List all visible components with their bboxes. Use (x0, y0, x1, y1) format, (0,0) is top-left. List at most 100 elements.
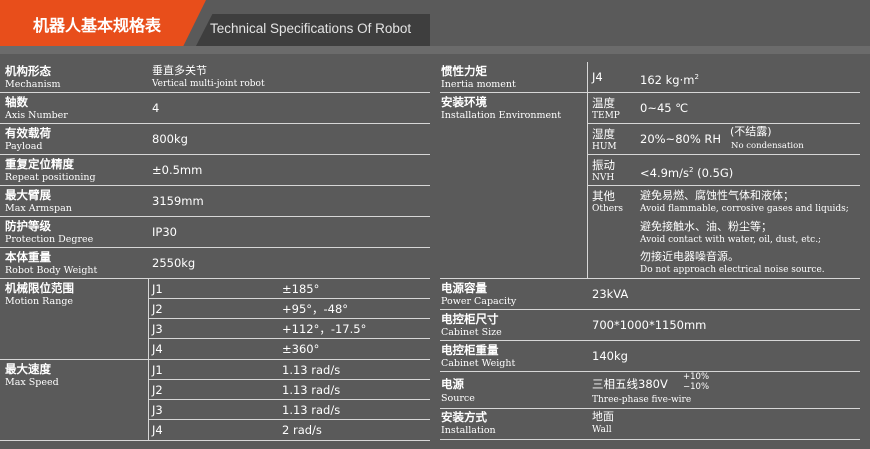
value: 700*1000*1150mm (592, 318, 707, 332)
joint-label: J4 (592, 70, 603, 84)
value: 4 (152, 101, 160, 115)
value: 23kVA (592, 287, 629, 301)
label-cn: 本体重量 (5, 250, 51, 264)
label-en: Robot Body Weight (5, 265, 98, 276)
label-en: Cabinet Size (441, 327, 502, 338)
other-label-cn: 其他 (592, 189, 615, 203)
label-en: Installation (441, 425, 496, 436)
joint-row: J2 1.13 rad/s (148, 380, 430, 400)
value-cn: 地面 (592, 410, 614, 423)
joint-label: J3 (152, 322, 163, 336)
temp-label-en: TEMP (592, 111, 620, 121)
spec-row-inertia: 惯性力矩 Inertia moment J4 162 kg·m2 (440, 62, 860, 93)
label-en: Motion Range (5, 296, 74, 307)
label-en: Max Armspan (5, 203, 72, 214)
tolerance-up: +10% (683, 372, 710, 382)
label-cn: 安装环境 (441, 95, 487, 109)
label-cn: 电控柜重量 (441, 343, 499, 357)
spec-row-motion-range: 机械限位范围 Motion Range J1 ±185° J2 +95°，-48… (0, 279, 430, 360)
subtitle-banner: Technical Specifications Of Robot (196, 14, 430, 46)
label-cn: 安装方式 (441, 410, 487, 424)
joint-label: J1 (152, 282, 163, 296)
env-vib-row: 振动 NVH <4.9m/s2 (0.5G) (588, 155, 860, 186)
spec-row-cabinet-weight: 电控柜重量 Cabinet Weight 140kg (440, 341, 860, 372)
title-banner: 机器人基本规格表 (0, 0, 206, 46)
label-en: Max Speed (5, 377, 59, 388)
temp-value: 0~45 ℃ (640, 101, 689, 115)
spec-row-repeat: 重复定位精度 Repeat positioning ±0.5mm (0, 155, 430, 186)
vib-label-en: NVH (592, 173, 615, 183)
vib-value: <4.9m/s2 (0.5G) (640, 163, 733, 180)
value-tail: (0.5G) (693, 165, 734, 180)
spec-row-payload: 有效载荷 Payload 800kg (0, 124, 430, 155)
other-line-cn: 避免易燃、腐蚀性气体和液体； (640, 189, 794, 202)
spec-row-weight: 本体重量 Robot Body Weight 2550kg (0, 248, 430, 279)
inertia-value: 162 kg·m2 (640, 70, 699, 87)
label-en: Power Capacity (441, 296, 517, 307)
hum-note-en: No condensation (731, 141, 804, 151)
spec-row-armspan: 最大臂展 Max Armspan 3159mm (0, 186, 430, 217)
hum-label-en: HUM (592, 142, 617, 152)
label-en: Cabinet Weight (441, 358, 516, 369)
other-line-cn: 勿接近电器噪音源。 (640, 250, 739, 263)
hum-value: 20%~80% RH (640, 132, 722, 146)
env-hum-row: 湿度 HUM 20%~80% RH (不结露) No condensation (588, 124, 860, 155)
hum-note-cn: (不结露) (730, 125, 772, 138)
label-en: Installation Environment (441, 110, 562, 121)
spec-row-protection: 防护等级 Protection Degree IP30 (0, 217, 430, 248)
env-temp-row: 温度 TEMP 0~45 ℃ (588, 93, 860, 124)
joint-label: J4 (152, 423, 163, 437)
other-label-en: Others (592, 204, 624, 214)
label-cn: 有效载荷 (5, 126, 51, 140)
label-cn: 电控柜尺寸 (441, 312, 499, 326)
temp-label-cn: 温度 (592, 96, 615, 110)
joint-value: ±185° (282, 282, 320, 296)
label-cn: 电源 (441, 377, 464, 391)
joint-row: J1 ±185° (148, 279, 430, 299)
label-cn: 惯性力矩 (441, 64, 487, 78)
joint-value: +95°，-48° (282, 302, 349, 316)
joint-label: J4 (152, 342, 163, 356)
label-en: Protection Degree (5, 234, 94, 245)
label-cn: 轴数 (5, 95, 28, 109)
value: ±0.5mm (152, 163, 203, 177)
header-separator (0, 46, 870, 54)
value-en: Wall (592, 425, 612, 435)
vib-label-cn: 振动 (592, 158, 615, 172)
spec-row-power-capacity: 电源容量 Power Capacity 23kVA (440, 279, 860, 310)
value: 140kg (592, 349, 628, 363)
joint-value: 1.13 rad/s (282, 383, 341, 397)
joint-row: J4 ±360° (148, 339, 430, 358)
joint-row: J3 +112°，-17.5° (148, 319, 430, 339)
joint-row: J3 1.13 rad/s (148, 400, 430, 420)
other-line-en: Avoid contact with water, oil, dust, etc… (640, 235, 822, 245)
right-spec-table: 惯性力矩 Inertia moment J4 162 kg·m2 安装环境 In… (440, 62, 860, 442)
hum-label-cn: 湿度 (592, 127, 615, 141)
label-cn: 机构形态 (5, 64, 51, 78)
title-cn: 机器人基本规格表 (33, 16, 162, 35)
label-cn: 最大臂展 (5, 188, 51, 202)
label-en: Mechanism (5, 79, 61, 90)
value-cn: 三相五线380V (592, 377, 668, 391)
joint-row: J1 1.13 rad/s (148, 360, 430, 380)
joint-row: J4 2 rad/s (148, 420, 430, 439)
spec-row-cabinet-size: 电控柜尺寸 Cabinet Size 700*1000*1150mm (440, 310, 860, 341)
joint-label: J2 (152, 302, 163, 316)
joint-label: J1 (152, 363, 163, 377)
joint-value: 1.13 rad/s (282, 363, 341, 377)
label-en: Axis Number (5, 110, 68, 121)
label-cn: 重复定位精度 (5, 157, 74, 171)
other-line-en: Do not approach electrical noise source. (640, 265, 825, 275)
column-divider (587, 62, 588, 92)
spec-row-max-speed: 最大速度 Max Speed J1 1.13 rad/s J2 1.13 rad… (0, 360, 430, 441)
spec-row-mechanism: 机构形态 Mechanism 垂直多关节 Vertical multi-join… (0, 62, 430, 93)
other-line-en: Avoid flammable, corrosive gases and liq… (640, 204, 849, 214)
joint-value: +112°，-17.5° (282, 322, 367, 336)
value-en: Three-phase five-wire (592, 395, 692, 405)
spec-row-axis: 轴数 Axis Number 4 (0, 93, 430, 124)
value: IP30 (152, 225, 177, 239)
label-en: Source (441, 393, 475, 404)
title-en: Technical Specifications Of Robot (210, 21, 412, 36)
tolerance-down: −10% (683, 382, 710, 392)
env-other-row: 其他 Others 避免易燃、腐蚀性气体和液体； Avoid flammable… (588, 186, 860, 278)
